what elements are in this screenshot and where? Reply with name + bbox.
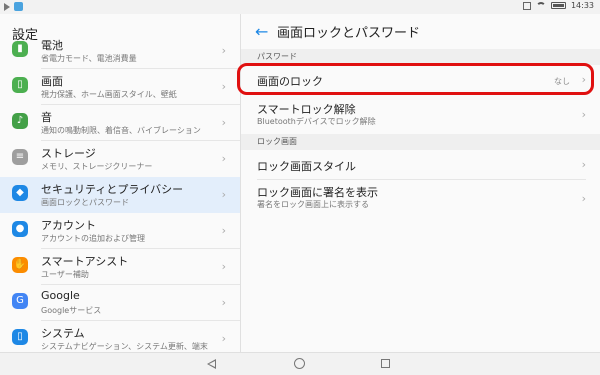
sidebar-item-subtitle: システムナビゲーション、システム更新、端末 xyxy=(41,342,208,351)
account-icon: ● xyxy=(12,221,28,237)
smart-unlock-subtitle: Bluetoothデバイスでロック解除 xyxy=(257,117,376,126)
system-icon: ▯ xyxy=(12,329,28,345)
sidebar-item[interactable]: ▮ 電池省電力モード、電池消費量 › xyxy=(0,33,240,69)
lockscreen-signature-item[interactable]: ロック画面に署名を表示 署名をロック画面上に表示する › xyxy=(241,181,600,215)
chevron-right-icon: › xyxy=(581,192,586,205)
lockscreen-signature-label: ロック画面に署名を表示 xyxy=(257,186,378,199)
divider xyxy=(257,179,586,180)
sidebar-item-title: 画面 xyxy=(41,75,63,88)
chevron-right-icon: › xyxy=(221,44,226,57)
storage-icon: ≡ xyxy=(12,149,28,165)
chevron-right-icon: › xyxy=(221,260,226,273)
sidebar-item-subtitle: アカウントの追加および管理 xyxy=(41,234,145,243)
sidebar-item[interactable]: ♪ 音通知の鳴動制限、着信音、バイブレーション › xyxy=(0,105,240,141)
chevron-right-icon: › xyxy=(581,158,586,171)
sidebar-item-subtitle: Googleサービス xyxy=(41,306,102,315)
shield-icon: ◆ xyxy=(12,185,28,201)
hand-icon: ✋ xyxy=(12,257,28,273)
sidebar-item[interactable]: ✋ スマートアシストユーザー補助 › xyxy=(0,249,240,285)
sidebar-item-subtitle: メモリ、ストレージクリーナー xyxy=(41,162,153,171)
wifi-icon xyxy=(535,1,546,10)
sidebar-item[interactable]: ▯ システムシステムナビゲーション、システム更新、端末 › xyxy=(0,321,240,352)
navigation-bar xyxy=(0,352,600,375)
lockscreen-signature-subtitle: 署名をロック画面上に表示する xyxy=(257,200,369,209)
sidebar-item-subtitle: 通知の鳴動制限、着信音、バイブレーション xyxy=(41,126,201,135)
status-bar: 14:33 xyxy=(0,0,600,14)
settings-sidebar: 設定 ▮ 電池 省電力モード、電池消費量 › ▯ 画面 視力保護、ホーム画面スタイル、壁紙 ›… xyxy=(0,14,240,352)
nav-recent-apps-icon[interactable] xyxy=(381,359,390,368)
chevron-right-icon: › xyxy=(221,332,226,345)
sidebar-item-subtitle: 画面ロックとパスワード xyxy=(41,198,129,207)
nav-home-icon[interactable] xyxy=(294,358,305,369)
sidebar-item-title: Google xyxy=(41,289,80,302)
page-title: 画面ロックとパスワード xyxy=(277,26,421,41)
sidebar-item-title: ストレージ xyxy=(41,147,96,160)
sidebar-item-title: 音 xyxy=(41,111,52,124)
sidebar-item-title: アカウント xyxy=(41,219,96,232)
sidebar-item[interactable]: ◆ セキュリティとプライバシー画面ロックとパスワード › xyxy=(0,177,240,213)
sidebar-item-subtitle: 省電力モード、電池消費量 xyxy=(41,54,137,63)
back-arrow-icon[interactable]: ← xyxy=(255,22,268,41)
sound-icon: ♪ xyxy=(12,113,28,129)
screen-lock-item[interactable]: 画面のロック なし › xyxy=(237,63,600,97)
sidebar-item-title: 電池 xyxy=(41,39,63,52)
sidebar-item-title: スマートアシスト xyxy=(41,255,129,268)
lockscreen-style-label: ロック画面スタイル xyxy=(257,160,356,173)
chevron-right-icon: › xyxy=(221,80,226,93)
section-header-lockscreen: ロック画面 xyxy=(241,134,600,150)
sidebar-item[interactable]: ● アカウントアカウントの追加および管理 › xyxy=(0,213,240,249)
chevron-right-icon: › xyxy=(221,116,226,129)
sidebar-item-subtitle: ユーザー補助 xyxy=(41,270,89,279)
chevron-right-icon: › xyxy=(221,296,226,309)
red-highlight-annotation xyxy=(237,63,594,95)
play-icon xyxy=(4,2,10,11)
chevron-right-icon: › xyxy=(221,152,226,165)
smart-unlock-item[interactable]: スマートロック解除 Bluetoothデバイスでロック解除 › xyxy=(241,97,600,133)
app-notification-icon xyxy=(14,2,23,11)
nav-back-icon[interactable] xyxy=(207,359,216,369)
battery-icon: ▮ xyxy=(12,41,28,57)
clock: 14:33 xyxy=(570,1,594,10)
sidebar-item-title: システム xyxy=(41,327,85,340)
chevron-right-icon: › xyxy=(581,108,586,121)
screen-icon xyxy=(522,1,531,10)
display-icon: ▯ xyxy=(12,77,28,93)
sidebar-item-subtitle: 視力保護、ホーム画面スタイル、壁紙 xyxy=(41,90,177,99)
lockscreen-style-item[interactable]: ロック画面スタイル › xyxy=(241,150,600,180)
sidebar-item[interactable]: ≡ ストレージメモリ、ストレージクリーナー › xyxy=(0,141,240,177)
detail-pane: ← 画面ロックとパスワード パスワード 画面のロック なし › スマートロック解… xyxy=(237,14,600,352)
sidebar-item[interactable]: ▯ 画面視力保護、ホーム画面スタイル、壁紙 › xyxy=(0,69,240,105)
battery-status-icon xyxy=(550,2,566,9)
chevron-right-icon: › xyxy=(221,188,226,201)
smart-unlock-label: スマートロック解除 xyxy=(257,103,356,116)
sidebar-item[interactable]: G Google Googleサービス › xyxy=(0,285,240,321)
sidebar-item-title: セキュリティとプライバシー xyxy=(41,183,184,196)
google-icon: G xyxy=(12,293,28,309)
chevron-right-icon: › xyxy=(221,224,226,237)
